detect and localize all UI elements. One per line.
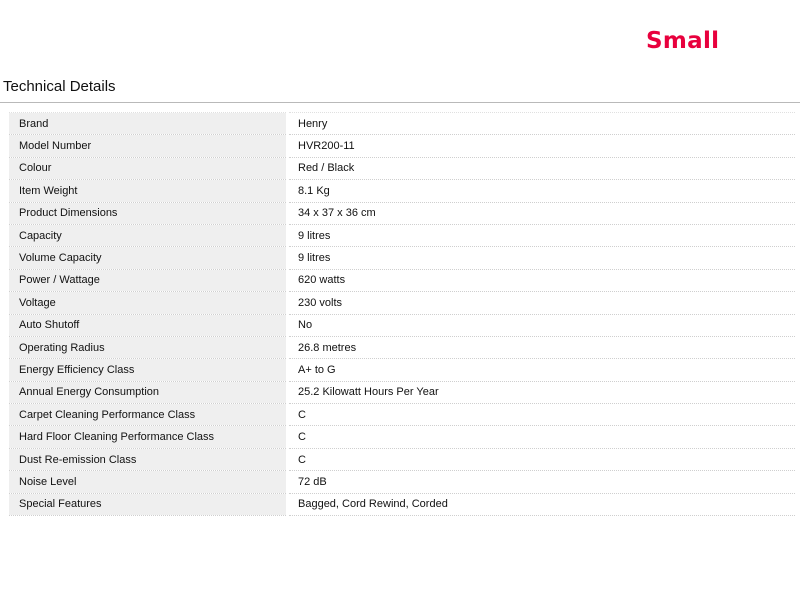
- table-row: Model Number HVR200-11: [9, 134, 795, 158]
- size-badge: Small: [646, 28, 720, 54]
- table-row: Voltage 230 volts: [9, 291, 795, 315]
- table-row: Volume Capacity 9 litres: [9, 246, 795, 270]
- row-value: 26.8 metres: [287, 336, 795, 360]
- row-value: 8.1 Kg: [287, 179, 795, 203]
- page: Small Technical Details Brand Henry Model …: [0, 0, 800, 600]
- row-label: Hard Floor Cleaning Performance Class: [9, 425, 289, 449]
- row-label: Product Dimensions: [9, 202, 289, 225]
- row-label: Voltage: [9, 291, 289, 315]
- row-value: 34 x 37 x 36 cm: [287, 202, 795, 225]
- table-row: Power / Wattage 620 watts: [9, 269, 795, 293]
- table-row: Annual Energy Consumption 25.2 Kilowatt H…: [9, 381, 795, 405]
- row-label: Brand: [9, 111, 289, 136]
- row-label: Auto Shutoff: [9, 314, 289, 337]
- row-value: 72 dB: [287, 470, 795, 494]
- row-label: Item Weight: [9, 179, 289, 203]
- row-value: Bagged, Cord Rewind, Corded: [287, 493, 795, 517]
- table-row: Item Weight 8.1 Kg: [9, 179, 795, 203]
- row-label: Operating Radius: [9, 336, 289, 360]
- row-value: A+ to G: [287, 358, 795, 382]
- row-label: Annual Energy Consumption: [9, 381, 289, 405]
- table-row: Operating Radius 26.8 metres: [9, 336, 795, 360]
- row-value: 620 watts: [287, 269, 795, 293]
- table-row: Hard Floor Cleaning Performance Class C: [9, 425, 795, 449]
- section-title: Technical Details: [3, 78, 116, 95]
- row-label: Carpet Cleaning Performance Class: [9, 403, 289, 427]
- row-label: Noise Level: [9, 470, 289, 494]
- table-row: Auto Shutoff No: [9, 314, 795, 337]
- row-label: Colour: [9, 157, 289, 181]
- table-row: Noise Level 72 dB: [9, 470, 795, 494]
- table-row: Dust Re-emission Class C: [9, 448, 795, 472]
- row-value: No: [287, 314, 795, 337]
- table-row: Colour Red / Black: [9, 157, 795, 181]
- row-value: C: [287, 425, 795, 449]
- row-label: Volume Capacity: [9, 246, 289, 270]
- row-value: C: [287, 448, 795, 472]
- row-label: Capacity: [9, 224, 289, 248]
- section-divider: [0, 102, 800, 103]
- row-label: Dust Re-emission Class: [9, 448, 289, 472]
- row-value: C: [287, 403, 795, 427]
- row-label: Energy Efficiency Class: [9, 358, 289, 382]
- table-row: Energy Efficiency Class A+ to G: [9, 358, 795, 382]
- row-value: Red / Black: [287, 157, 795, 181]
- table-row: Brand Henry: [9, 111, 795, 136]
- table-row: Product Dimensions 34 x 37 x 36 cm: [9, 202, 795, 225]
- table-row: Special Features Bagged, Cord Rewind, Cor…: [9, 493, 795, 517]
- table-row: Capacity 9 litres: [9, 224, 795, 248]
- row-value: 9 litres: [287, 224, 795, 248]
- row-value: 230 volts: [287, 291, 795, 315]
- row-label: Power / Wattage: [9, 269, 289, 293]
- row-value: 25.2 Kilowatt Hours Per Year: [287, 381, 795, 405]
- row-value: Henry: [287, 111, 795, 136]
- row-label: Model Number: [9, 134, 289, 158]
- table-row: Carpet Cleaning Performance Class C: [9, 403, 795, 427]
- technical-details-body: Brand Henry Model Number HVR200-11 Colour Red…: [9, 111, 795, 517]
- row-value: HVR200-11: [287, 134, 795, 158]
- row-label: Special Features: [9, 493, 289, 517]
- row-value: 9 litres: [287, 246, 795, 270]
- technical-details-table: Brand Henry Model Number HVR200-11 Colour Red…: [9, 111, 795, 517]
